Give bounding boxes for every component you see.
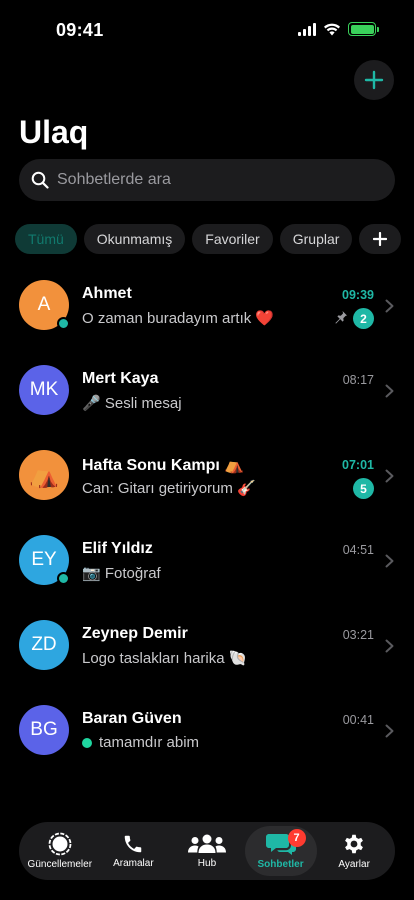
filter-unread[interactable]: Okunmamış: [83, 224, 186, 254]
signal-icon: [298, 22, 316, 36]
battery-icon: [348, 22, 379, 36]
tab-label: Güncellemeler: [27, 859, 93, 870]
status-bar: 09:41: [0, 0, 414, 60]
status-dot: [82, 737, 92, 748]
avatar-initials: MK: [29, 379, 59, 400]
chat-time: 07:01: [342, 458, 374, 472]
updates-icon: [48, 832, 72, 856]
tab-label: Ayarlar: [338, 859, 370, 870]
chat-time: 09:39: [342, 288, 374, 302]
filter-favorites[interactable]: Favoriler: [192, 224, 273, 254]
chat-name: Mert Kaya: [82, 370, 159, 387]
avatar-initials: BG: [30, 719, 58, 740]
chat-row[interactable]: EY Elif Yıldız 📷 Fotoğraf 04:51: [0, 518, 414, 603]
chat-preview-text: 📷 Fotoğraf: [82, 565, 161, 582]
chat-name: Baran Güven: [82, 710, 182, 727]
avatar: BG: [19, 705, 69, 755]
chat-preview-text: 🎤 Sesli mesaj: [82, 395, 182, 412]
avatar: MK: [19, 365, 69, 415]
online-indicator: [57, 572, 70, 585]
chevron-right-icon: [385, 724, 394, 738]
avatar: EY: [19, 535, 70, 585]
chat-time: 00:41: [342, 713, 374, 727]
search-bar[interactable]: [19, 159, 395, 201]
tab-settings[interactable]: Ayarlar: [318, 826, 390, 876]
chat-preview-text: Can: Gitarı getiriyorum 🎸: [82, 480, 256, 497]
avatar: ⛺: [19, 450, 69, 500]
online-indicator: [57, 317, 70, 330]
avatar-initials: EY: [31, 549, 57, 570]
chat-time: 03:21: [342, 628, 374, 642]
avatar: A: [19, 280, 70, 330]
chevron-right-icon: [385, 384, 394, 398]
chat-preview: 🎤 Sesli mesaj: [82, 394, 182, 412]
chat-preview: tamamdır abim: [82, 734, 199, 751]
people-icon: [187, 834, 226, 853]
chat-row[interactable]: ZD Zeynep Demir Logo taslakları harika 🐚…: [0, 603, 414, 688]
chat-name: Elif Yıldız: [82, 540, 153, 557]
tab-hub[interactable]: Hub: [171, 826, 243, 876]
status-icons: [298, 22, 379, 36]
chat-preview: Logo taslakları harika 🐚: [82, 649, 247, 667]
avatar-initials: ⛺: [29, 461, 59, 489]
chat-row[interactable]: MK Mert Kaya 🎤 Sesli mesaj 08:17: [0, 348, 414, 433]
chat-preview-text: tamamdır abim: [99, 734, 200, 751]
chat-preview-text: O zaman buradayım artık ❤️: [82, 310, 275, 327]
wifi-icon: [324, 23, 340, 35]
plus-icon: [373, 232, 388, 246]
chevron-right-icon: [385, 299, 394, 313]
avatar-initials: ZD: [31, 634, 57, 655]
chat-name: Ahmet: [82, 285, 132, 302]
tab-label: Hub: [197, 858, 217, 869]
chat-row[interactable]: BG Baran Güven tamamdır abim 00:41: [0, 688, 414, 773]
chat-list: A Ahmet O zaman buradayım artık ❤️ 09:39…: [0, 263, 414, 773]
chat-row[interactable]: A Ahmet O zaman buradayım artık ❤️ 09:39…: [0, 263, 414, 348]
notification-badge: 7: [287, 829, 306, 847]
new-chat-button[interactable]: [354, 60, 394, 100]
chat-name: Hafta Sonu Kampı ⛺: [82, 457, 245, 474]
chat-preview: O zaman buradayım artık ❤️: [82, 309, 274, 327]
phone-icon: [125, 835, 142, 853]
chevron-right-icon: [385, 469, 394, 483]
status-time: 09:41: [56, 20, 104, 40]
avatar-initials: A: [37, 294, 51, 315]
tab-label: Sohbetler: [257, 859, 304, 870]
chat-preview: 📷 Fotoğraf: [82, 564, 161, 582]
add-filter-button[interactable]: [359, 224, 402, 254]
chevron-right-icon: [385, 554, 394, 568]
tab-bar: Güncellemeler Aramalar Hub Sohbetler 7 A…: [19, 822, 395, 880]
pin-icon: [335, 311, 347, 324]
tab-chats[interactable]: Sohbetler 7: [244, 826, 317, 876]
avatar: ZD: [19, 620, 69, 670]
search-input[interactable]: [57, 171, 357, 189]
search-icon: [31, 171, 49, 189]
page-title: Ulaq: [19, 114, 89, 150]
chat-row[interactable]: ⛺ Hafta Sonu Kampı ⛺ Can: Gitarı getiriy…: [0, 433, 414, 518]
chat-preview: Can: Gitarı getiriyorum 🎸: [82, 479, 256, 497]
tab-calls[interactable]: Aramalar: [97, 826, 169, 876]
unread-badge: 2: [353, 308, 374, 329]
chat-name: Zeynep Demir: [82, 625, 188, 642]
tab-label: Aramalar: [113, 858, 154, 869]
tab-updates[interactable]: Güncellemeler: [24, 826, 96, 876]
filter-groups[interactable]: Gruplar: [279, 224, 353, 254]
filter-all[interactable]: Tümü: [15, 224, 77, 254]
unread-badge: 5: [353, 478, 374, 499]
plus-icon: [364, 70, 384, 90]
chat-time: 04:51: [342, 543, 374, 557]
chevron-right-icon: [385, 639, 394, 653]
gear-icon: [345, 834, 364, 854]
filter-chips: Tümü Okunmamış Favoriler Gruplar: [15, 224, 402, 254]
chat-time: 08:17: [342, 373, 374, 387]
chat-preview-text: Logo taslakları harika 🐚: [82, 650, 248, 667]
